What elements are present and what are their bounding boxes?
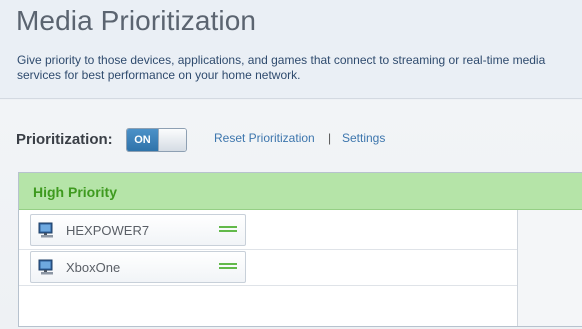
toggle-knob (158, 129, 186, 151)
page-header: Media Prioritization Give priority to th… (0, 0, 582, 99)
toggle-on-label: ON (127, 129, 158, 151)
high-priority-header: High Priority (19, 173, 582, 210)
computer-icon (38, 259, 53, 275)
device-name: XboxOne (66, 260, 121, 275)
page-description: Give priority to those devices, applicat… (17, 53, 546, 82)
prioritization-toggle[interactable]: ON (126, 128, 187, 152)
high-priority-title: High Priority (33, 184, 118, 200)
link-separator: | (328, 131, 332, 145)
drop-zone[interactable] (518, 210, 582, 326)
reset-prioritization-link[interactable]: Reset Prioritization (214, 131, 315, 145)
settings-link[interactable]: Settings (342, 131, 385, 145)
device-item-xboxone[interactable]: XboxOne (30, 251, 246, 283)
page-title: Media Prioritization (16, 5, 257, 36)
row-divider (19, 249, 517, 250)
drag-handle-icon[interactable] (219, 263, 237, 273)
drag-handle-icon[interactable] (219, 226, 237, 236)
device-name: HEXPOWER7 (66, 223, 150, 238)
prioritization-label: Prioritization: (16, 131, 113, 148)
device-item-hexpower7[interactable]: HEXPOWER7 (30, 214, 246, 246)
row-divider (19, 285, 517, 286)
high-priority-panel: High Priority HEXPOWER7 XboxOne (18, 172, 582, 327)
computer-icon (38, 222, 53, 238)
